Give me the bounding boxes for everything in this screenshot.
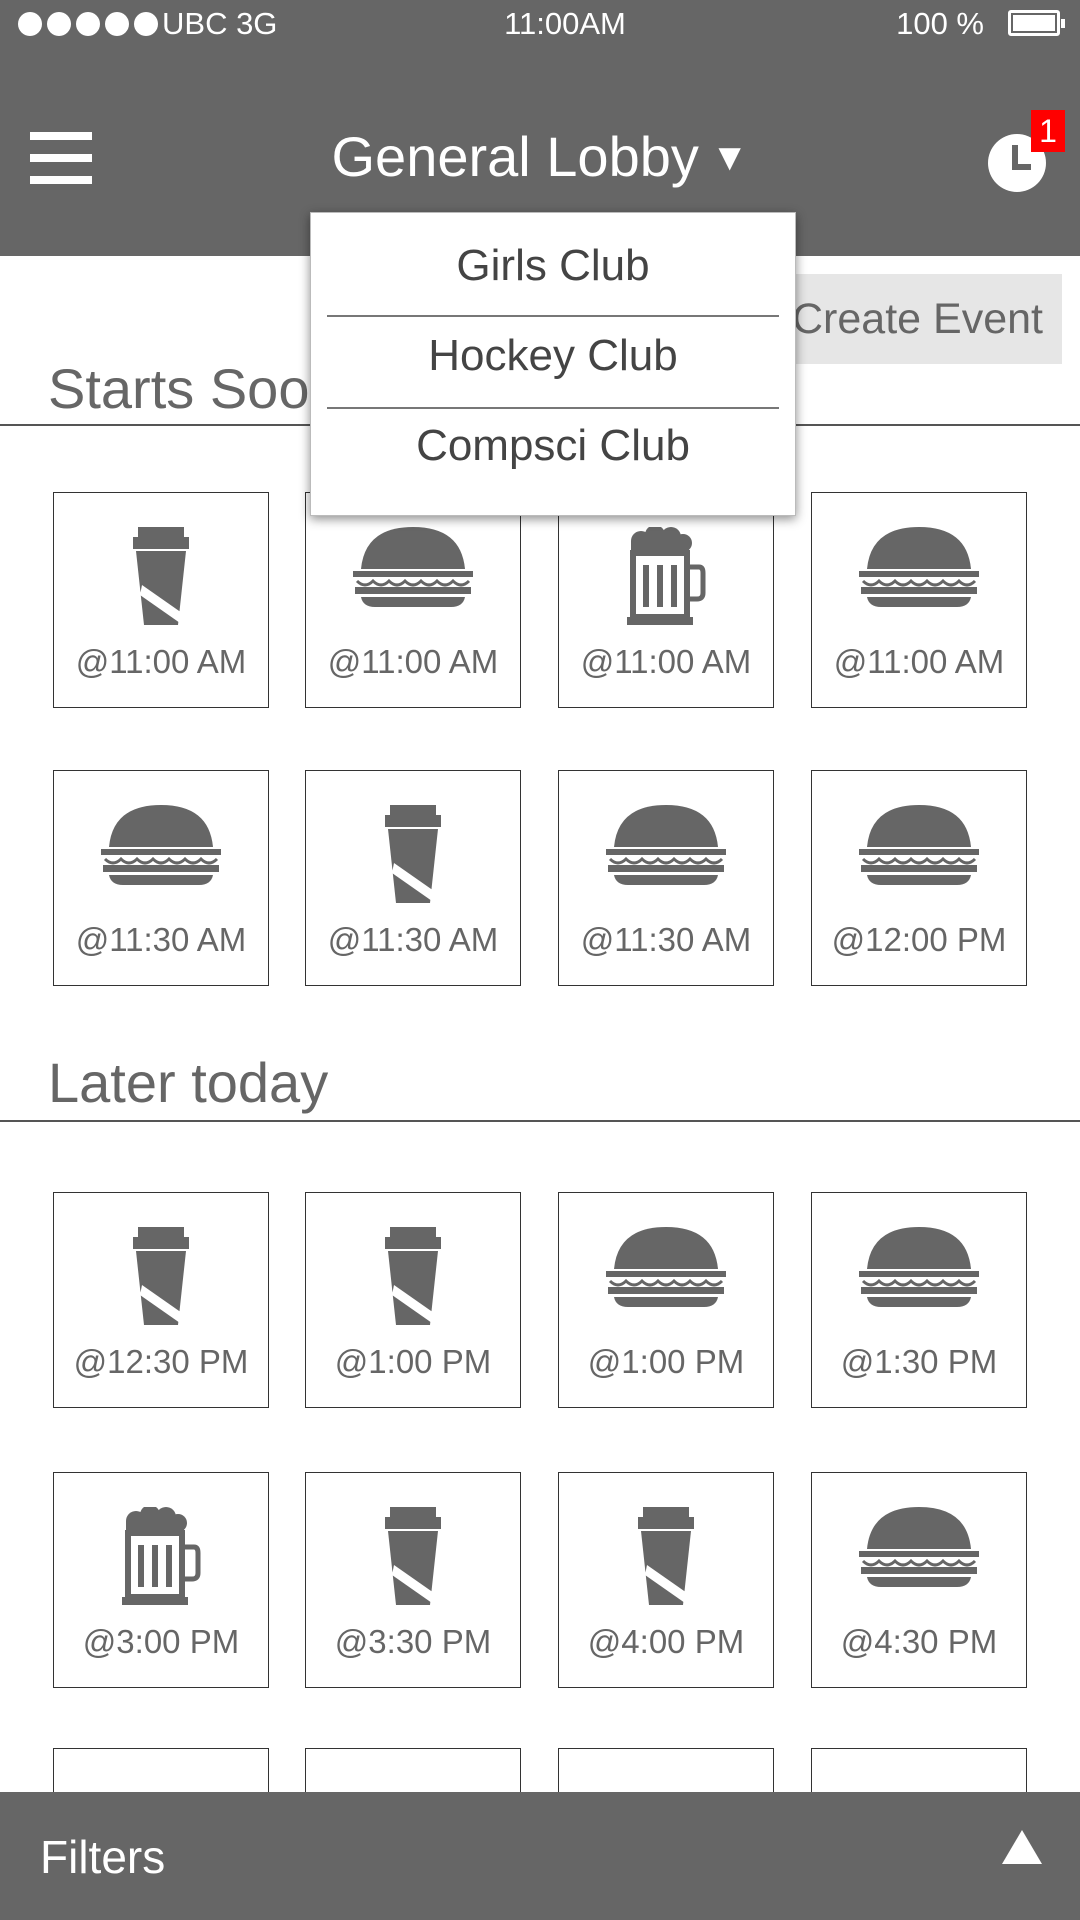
event-time: @1:30 PM	[840, 1343, 998, 1380]
filters-bar[interactable]: Filters	[0, 1792, 1080, 1920]
event-tile[interactable]: @3:00 PM	[53, 1472, 269, 1688]
section-divider	[0, 1120, 1080, 1122]
beer-icon	[54, 1507, 268, 1607]
event-time: @1:00 PM	[587, 1343, 745, 1380]
event-tile[interactable]: @1:00 PM	[305, 1192, 521, 1408]
battery-percent: 100 %	[896, 6, 984, 41]
burger-icon	[559, 1227, 773, 1327]
lobby-selector[interactable]: General Lobby ▼	[0, 124, 1080, 189]
event-time: @4:00 PM	[587, 1623, 745, 1660]
burger-icon	[54, 805, 268, 905]
coffee-icon	[306, 805, 520, 905]
status-bar: UBC 3G 11:00AM 100 %	[0, 0, 1080, 50]
event-time: @11:30 AM	[75, 921, 247, 958]
event-tile[interactable]: @1:00 PM	[558, 1192, 774, 1408]
dropdown-option-girls-club[interactable]: Girls Club	[311, 241, 795, 291]
event-tile[interactable]: @4:30 PM	[811, 1472, 1027, 1688]
filters-label: Filters	[40, 1831, 166, 1883]
burger-icon	[559, 805, 773, 905]
dropdown-divider	[327, 407, 779, 409]
event-time: @4:30 PM	[840, 1623, 998, 1660]
burger-icon	[812, 805, 1026, 905]
coffee-icon	[54, 1227, 268, 1327]
event-tile[interactable]: @11:30 AM	[53, 770, 269, 986]
dropdown-divider	[327, 315, 779, 317]
notification-badge: 1	[1031, 110, 1065, 152]
event-tile[interactable]: @11:00 AM	[305, 492, 521, 708]
event-tile[interactable]: @12:30 PM	[53, 1192, 269, 1408]
battery-icon	[1008, 10, 1065, 36]
create-event-button[interactable]: Create Event	[792, 274, 1062, 364]
event-time: @3:00 PM	[82, 1623, 240, 1660]
event-tile[interactable]: @11:30 AM	[558, 770, 774, 986]
event-time: @11:00 AM	[833, 643, 1005, 680]
beer-icon	[559, 527, 773, 627]
event-tile[interactable]: @3:30 PM	[305, 1472, 521, 1688]
event-time: @11:00 AM	[327, 643, 499, 680]
expand-up-icon[interactable]	[1002, 1830, 1042, 1864]
event-tile[interactable]: @1:30 PM	[811, 1192, 1027, 1408]
caret-down-icon: ▼	[710, 137, 749, 179]
event-tile[interactable]: @11:30 AM	[305, 770, 521, 986]
burger-icon	[812, 1507, 1026, 1607]
event-time: @12:00 PM	[831, 921, 1007, 958]
dropdown-option-hockey-club[interactable]: Hockey Club	[311, 331, 795, 381]
coffee-icon	[306, 1227, 520, 1327]
event-tile[interactable]: @11:00 AM	[811, 492, 1027, 708]
burger-icon	[812, 527, 1026, 627]
lobby-dropdown-menu: Girls Club Hockey Club Compsci Club	[310, 212, 796, 516]
coffee-icon	[306, 1507, 520, 1607]
section-title-starts-soon: Starts Soon	[48, 357, 341, 420]
event-time: @11:30 AM	[580, 921, 752, 958]
coffee-icon	[54, 527, 268, 627]
section-title-later-today: Later today	[48, 1051, 329, 1114]
event-time: @11:00 AM	[75, 643, 247, 680]
event-time: @11:00 AM	[580, 643, 752, 680]
burger-icon	[306, 527, 520, 627]
event-tile[interactable]: @4:00 PM	[558, 1472, 774, 1688]
coffee-icon	[559, 1507, 773, 1607]
lobby-title: General Lobby	[331, 125, 699, 188]
event-time: @1:00 PM	[334, 1343, 492, 1380]
event-tile[interactable]: @11:00 AM	[558, 492, 774, 708]
event-tile[interactable]: @12:00 PM	[811, 770, 1027, 986]
event-time: @11:30 AM	[327, 921, 499, 958]
dropdown-option-compsci-club[interactable]: Compsci Club	[311, 421, 795, 471]
event-time: @3:30 PM	[334, 1623, 492, 1660]
burger-icon	[812, 1227, 1026, 1327]
event-time: @12:30 PM	[73, 1343, 249, 1380]
event-tile[interactable]: @11:00 AM	[53, 492, 269, 708]
